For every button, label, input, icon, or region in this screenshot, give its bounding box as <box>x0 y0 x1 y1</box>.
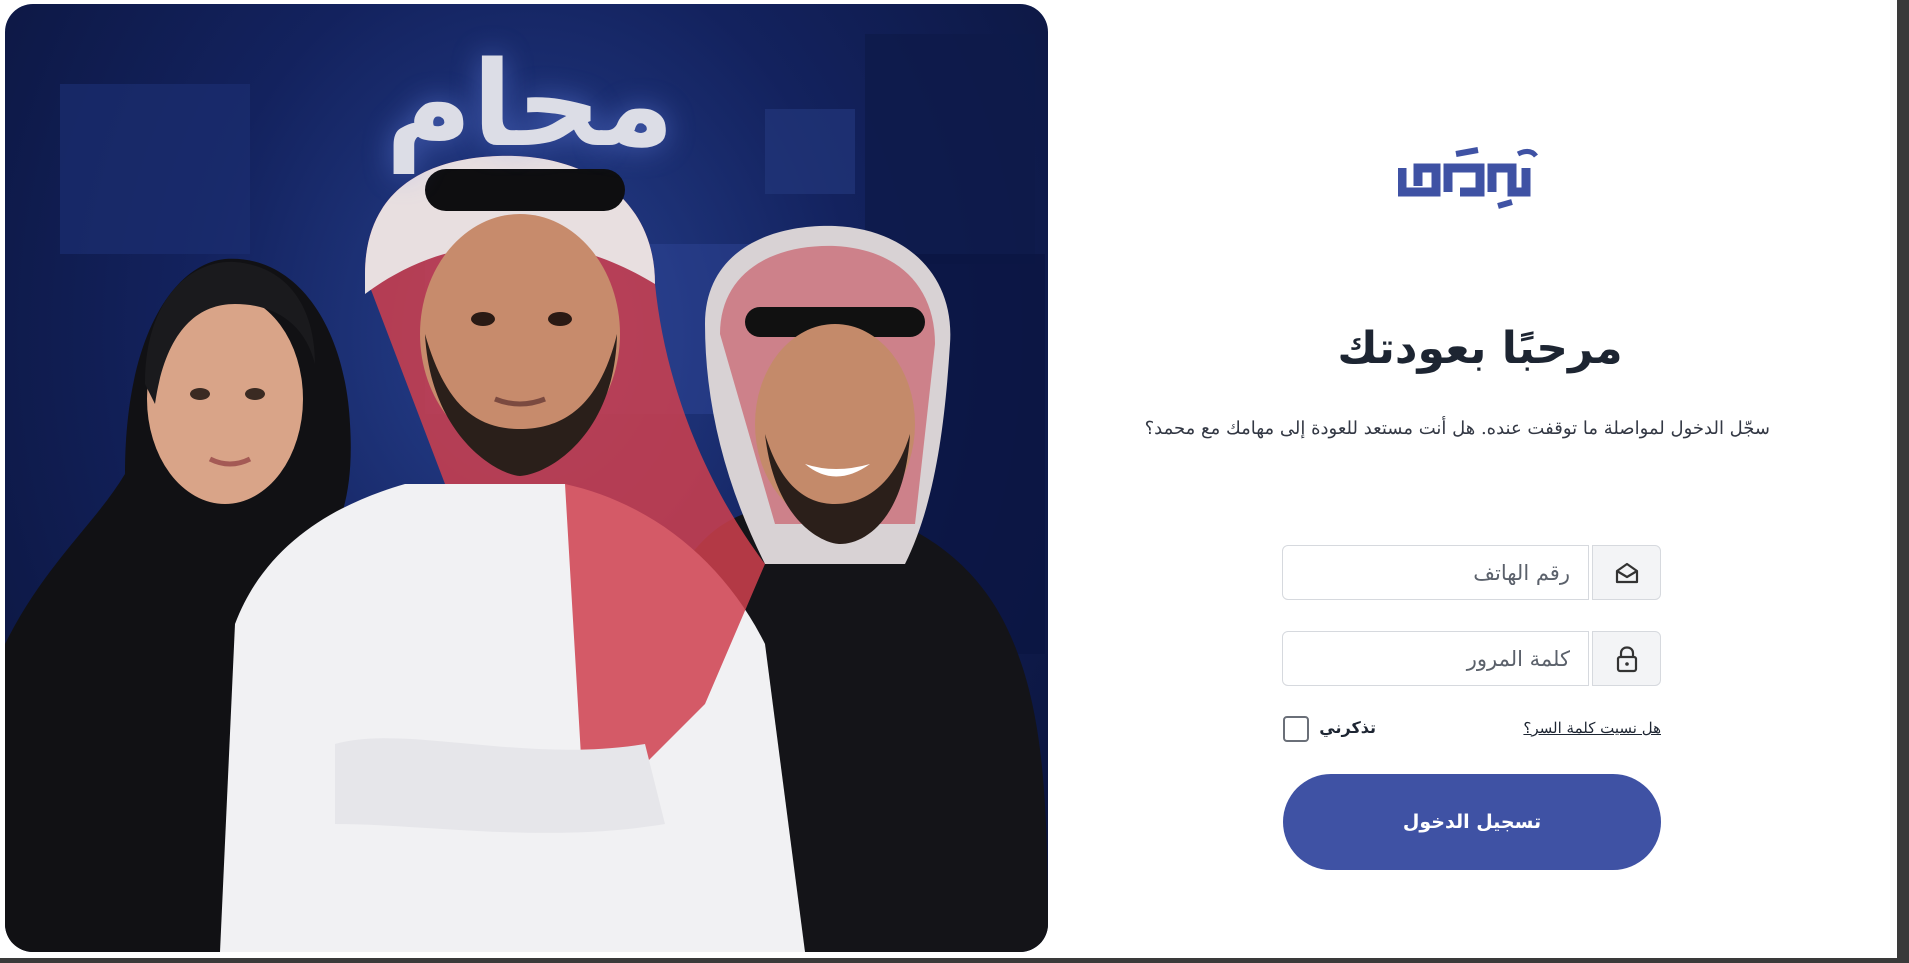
forgot-password-link[interactable]: هل نسيت كلمة السر؟ <box>1523 716 1661 740</box>
hero-brand-text: محام <box>385 35 675 173</box>
window-edge <box>1897 0 1909 963</box>
password-field-group <box>1282 631 1661 688</box>
background-frame <box>765 109 855 194</box>
phone-field-group <box>1282 545 1661 602</box>
phone-input[interactable] <box>1282 545 1589 600</box>
remember-me-checkbox[interactable] <box>1283 716 1309 742</box>
remember-me-label: تذكرني <box>1319 718 1376 737</box>
login-button[interactable]: تسجيل الدخول <box>1283 774 1661 870</box>
page-subtitle: سجّل الدخول لمواصلة ما توقفت عنده. هل أن… <box>1144 418 1770 439</box>
hero-image: محام <box>5 4 1048 952</box>
password-input[interactable] <box>1282 631 1589 686</box>
envelope-open-icon <box>1592 545 1661 600</box>
window-edge <box>0 958 1909 963</box>
login-page: محام مرحبًا بعودتك سجّل الدخول لمواصلة م… <box>0 0 1909 963</box>
page-title: مرحبًا بعودتك <box>1337 323 1623 374</box>
background-shelf <box>865 34 1035 264</box>
lock-icon <box>1592 631 1661 686</box>
mohami-logo-icon <box>1398 147 1538 209</box>
background-frame <box>60 84 250 254</box>
